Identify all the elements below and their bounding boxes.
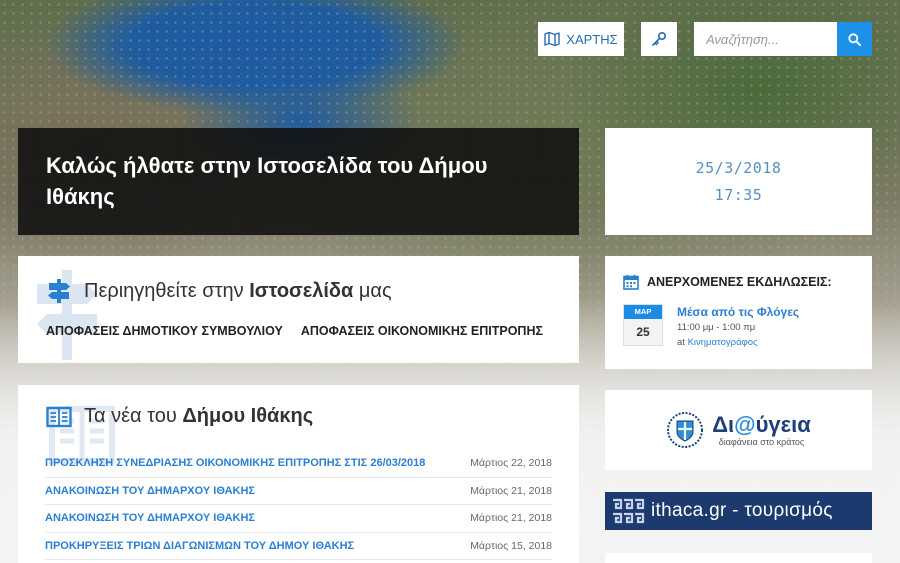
upcoming-events-panel: ΑΝΕΡΧΟΜΕΝΕΣ ΕΚΔΗΛΩΣΕΙΣ: ΜΑΡ 25 Μέσα από … <box>605 256 872 369</box>
event-date-badge: ΜΑΡ 25 <box>623 304 663 346</box>
datetime-box: 25/3/2018 17:35 <box>605 128 872 235</box>
search-button[interactable] <box>837 22 872 56</box>
events-heading: ΑΝΕΡΧΟΜΕΝΕΣ ΕΚΔΗΛΩΣΕΙΣ: <box>623 274 832 290</box>
book-icon <box>46 406 72 427</box>
event-time: 11:00 μμ - 1:00 πμ <box>677 322 756 333</box>
navigate-heading: Περιηγηθείτε στην Ιστοσελίδα μας <box>46 278 392 304</box>
diavgeia-banner[interactable]: Δι@ύγεια διαφάνεια στο κράτος <box>605 390 872 470</box>
ithaca-tourism-banner[interactable]: ithaca.gr - τουρισμός <box>605 492 872 530</box>
greek-emblem-icon <box>667 412 704 448</box>
signpost-icon <box>48 279 70 303</box>
navigate-heading-prefix: Περιηγηθείτε στην <box>84 279 244 302</box>
event-day: 25 <box>636 325 650 339</box>
link-finance-committee-decisions[interactable]: ΑΠΟΦΑΣΕΙΣ ΟΙΚΟΝΟΜΙΚΗΣ ΕΠΙΤΡΟΠΗΣ <box>301 324 543 338</box>
news-item-date: Μάρτιος 21, 2018 <box>470 484 552 497</box>
meander-icon <box>613 498 645 524</box>
login-key-button[interactable] <box>641 22 677 56</box>
link-council-decisions[interactable]: ΑΠΟΦΑΣΕΙΣ ΔΗΜΟΤΙΚΟΥ ΣΥΜΒΟΥΛΙΟΥ <box>46 324 283 338</box>
map-label: ΧΑΡΤΗΣ <box>566 31 618 47</box>
diavgeia-subtitle: διαφάνεια στο κράτος <box>718 437 805 447</box>
map-icon <box>544 31 560 47</box>
news-item: ΑΝΑΚΟΙΝΩΣΗ ΤΟΥ ΔΗΜΑΡΧΟΥ ΙΘΑΚΗΣ Μάρτιος 2… <box>45 505 552 533</box>
news-item-date: Μάρτιος 22, 2018 <box>470 457 552 470</box>
event-month: ΜΑΡ <box>624 305 662 319</box>
news-heading-prefix: Τα νέα του <box>84 405 177 427</box>
current-date: 25/3/2018 <box>695 158 782 177</box>
key-icon <box>652 31 667 46</box>
event-title-link[interactable]: Μέσα από τις Φλόγες <box>677 305 799 319</box>
welcome-title: Καλώς ήλθατε στην Ιστοσελίδα του Δήμου Ι… <box>46 153 488 209</box>
ithaca-banner-text: ithaca.gr - τουρισμός <box>651 500 833 521</box>
news-heading: Τα νέα του Δήμου Ιθάκης <box>46 405 313 428</box>
event-location-link[interactable]: Κινηματογράφος <box>688 337 758 348</box>
news-item-link[interactable]: ΑΝΑΚΟΙΝΩΣΗ ΤΟΥ ΔΗΜΑΡΧΟΥ ΙΘΑΚΗΣ <box>45 485 255 497</box>
navigate-heading-suffix: μας <box>358 279 392 302</box>
news-panel: Τα νέα του Δήμου Ιθάκης ΠΡΟΣΚΛΗΣΗ ΣΥΝΕΔΡ… <box>18 385 579 563</box>
search-input[interactable] <box>694 22 837 56</box>
sidebar-card-partial <box>605 553 872 563</box>
news-item-link[interactable]: ΠΡΟΚΗΡΥΞΕΙΣ ΤΡΙΩΝ ΔΙΑΓΩΝΙΣΜΩΝ ΤΟΥ ΔΗΜΟΥ … <box>45 540 354 552</box>
news-heading-bold: Δήμου Ιθάκης <box>182 405 314 427</box>
navigate-panel: Περιηγηθείτε στην Ιστοσελίδα μας ΑΠΟΦΑΣΕ… <box>18 256 579 363</box>
diavgeia-text: Δι@ύγεια διαφάνεια στο κράτος <box>712 412 811 448</box>
welcome-banner: Καλώς ήλθατε στην Ιστοσελίδα του Δήμου Ι… <box>18 128 579 235</box>
news-item: ΠΡΟΣΚΛΗΣΗ ΣΥΝΕΔΡΙΑΣΗΣ ΟΙΚΟΝΟΜΙΚΗΣ ΕΠΙΤΡΟ… <box>45 450 552 478</box>
event-at-label: at <box>677 337 685 348</box>
news-item-link[interactable]: ΠΡΟΣΚΛΗΣΗ ΣΥΝΕΔΡΙΑΣΗΣ ΟΙΚΟΝΟΜΙΚΗΣ ΕΠΙΤΡΟ… <box>45 457 425 469</box>
search-icon <box>848 32 861 46</box>
map-button[interactable]: ΧΑΡΤΗΣ <box>538 22 624 56</box>
news-item: ΠΡΟΚΗΡΥΞΕΙΣ ΤΡΙΩΝ ΔΙΑΓΩΝΙΣΜΩΝ ΤΟΥ ΔΗΜΟΥ … <box>45 533 552 560</box>
news-item-date: Μάρτιος 21, 2018 <box>470 512 552 525</box>
event-place: at Κινηματογράφος <box>677 337 758 348</box>
search-box <box>694 22 872 56</box>
news-item-date: Μάρτιος 15, 2018 <box>470 539 552 552</box>
current-time: 17:35 <box>714 185 763 204</box>
diavgeia-title: Δι@ύγεια <box>712 412 811 437</box>
news-item: ΑΝΑΚΟΙΝΩΣΗ ΤΟΥ ΔΗΜΑΡΧΟΥ ΙΘΑΚΗΣ Μάρτιος 2… <box>45 478 552 505</box>
navigate-heading-bold: Ιστοσελίδα <box>249 279 354 302</box>
news-list: ΠΡΟΣΚΛΗΣΗ ΣΥΝΕΔΡΙΑΣΗΣ ΟΙΚΟΝΟΜΙΚΗΣ ΕΠΙΤΡΟ… <box>45 450 552 560</box>
events-heading-text: ΑΝΕΡΧΟΜΕΝΕΣ ΕΚΔΗΛΩΣΕΙΣ: <box>647 275 832 289</box>
news-item-link[interactable]: ΑΝΑΚΟΙΝΩΣΗ ΤΟΥ ΔΗΜΑΡΧΟΥ ΙΘΑΚΗΣ <box>45 512 255 524</box>
navigate-links: ΑΠΟΦΑΣΕΙΣ ΔΗΜΟΤΙΚΟΥ ΣΥΜΒΟΥΛΙΟΥ ΑΠΟΦΑΣΕΙΣ… <box>46 324 543 338</box>
calendar-icon <box>623 274 639 290</box>
